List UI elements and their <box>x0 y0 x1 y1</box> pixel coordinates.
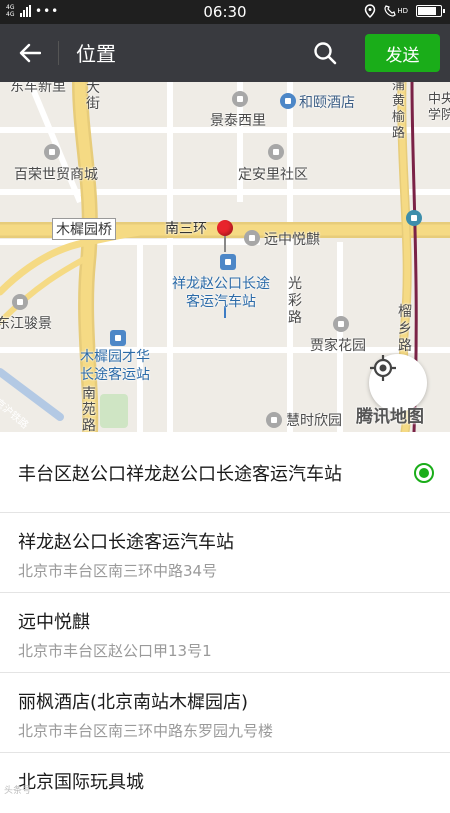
send-button[interactable]: 发送 <box>365 34 440 72</box>
battery-icon <box>416 5 445 17</box>
map-label: 和颐酒店 <box>299 95 355 111</box>
map-label: 南三环 <box>165 221 207 237</box>
map-label: 东江骏景 <box>0 316 52 332</box>
map-label: 祥龙赵公口长途 客运汽车站 <box>172 276 270 310</box>
search-button[interactable] <box>306 36 344 70</box>
compass-poi-icon <box>406 210 422 226</box>
poi-icon <box>44 144 60 160</box>
map-label: 百荣世贸商城 <box>14 167 98 183</box>
map-label: 定安里社区 <box>238 167 308 183</box>
map-label: 中央 学院 <box>428 92 450 123</box>
list-item[interactable]: 祥龙赵公口长途客运汽车站 北京市丰台区南三环中路34号 <box>0 513 450 593</box>
poi-icon <box>333 316 349 332</box>
location-name: 丽枫酒店(北京南站木樨园店) <box>18 692 249 713</box>
location-address: 北京市丰台区南三环中路东罗园九号楼 <box>18 722 274 740</box>
bus-station-icon <box>110 330 126 346</box>
map-label: 远中悦麒 <box>264 232 320 248</box>
map-label: 景泰西里 <box>210 113 266 129</box>
hd-badge: HD <box>397 7 408 15</box>
poi-icon <box>12 294 28 310</box>
hd-call-icon: HD <box>384 5 408 17</box>
poi-icon <box>268 144 284 160</box>
poi-icon <box>266 412 282 428</box>
list-item[interactable]: 北京国际玩具城 <box>0 753 450 813</box>
location-name: 祥龙赵公口长途客运汽车站 <box>18 532 234 553</box>
location-pin-icon <box>217 220 233 236</box>
location-list: 丰台区赵公口祥龙赵公口长途客运汽车站 祥龙赵公口长途客运汽车站 北京市丰台区南三… <box>0 432 450 800</box>
map-label: 大 街 <box>86 82 100 112</box>
list-item-selected[interactable]: 丰台区赵公口祥龙赵公口长途客运汽车站 <box>0 432 450 513</box>
map-label: 光 彩 路 <box>288 276 302 326</box>
arrow-left-icon <box>19 43 41 63</box>
map-label: 贾家花园 <box>310 338 366 354</box>
map-label: 慧时欣园 <box>286 413 342 429</box>
hotel-poi-icon <box>280 93 296 109</box>
title-divider <box>58 41 59 65</box>
title-bar: 位置 发送 <box>0 24 450 82</box>
list-item[interactable]: 丽枫酒店(北京南站木樨园店) 北京市丰台区南三环中路东罗园九号楼 <box>0 673 450 753</box>
map-label: 南 苑 路 <box>82 386 96 432</box>
bus-station-icon <box>220 254 236 270</box>
locate-crosshair-icon <box>370 355 396 381</box>
location-address: 北京市丰台区南三环中路34号 <box>18 562 218 580</box>
location-name: 丰台区赵公口祥龙赵公口长途客运汽车站 <box>18 464 342 485</box>
list-item[interactable]: 远中悦麒 北京市丰台区赵公口甲13号1 <box>0 593 450 673</box>
search-icon <box>314 42 337 65</box>
poi-icon <box>232 91 248 107</box>
page-title: 位置 <box>76 42 116 66</box>
map-label: 榴 乡 路 <box>398 304 412 354</box>
map-logo: 腾讯地图 <box>356 407 424 427</box>
map-label: 蒲 黄 榆 路 <box>392 82 406 141</box>
map-label: 东车新里 <box>10 82 66 95</box>
pin-stick <box>224 236 226 252</box>
map-label: 木樨园桥 <box>52 218 116 240</box>
selected-check-icon <box>414 463 434 483</box>
location-name: 北京国际玩具城 <box>18 772 144 793</box>
watermark: 头条号 <box>4 786 32 796</box>
status-bar: 4G 4G ••• 06:30 HD <box>0 0 450 24</box>
location-status-icon <box>365 4 376 18</box>
map-view[interactable]: 东车新里 大 街 和颐酒店 景泰西里 蒲 黄 榆 路 中央 学院 百荣世贸商城 … <box>0 82 450 432</box>
location-name: 远中悦麒 <box>18 612 90 633</box>
location-address: 北京市丰台区赵公口甲13号1 <box>18 642 212 660</box>
poi-icon <box>244 230 260 246</box>
back-button[interactable] <box>10 35 50 71</box>
map-label: 木樨园才华 长途客运站 <box>80 349 150 383</box>
